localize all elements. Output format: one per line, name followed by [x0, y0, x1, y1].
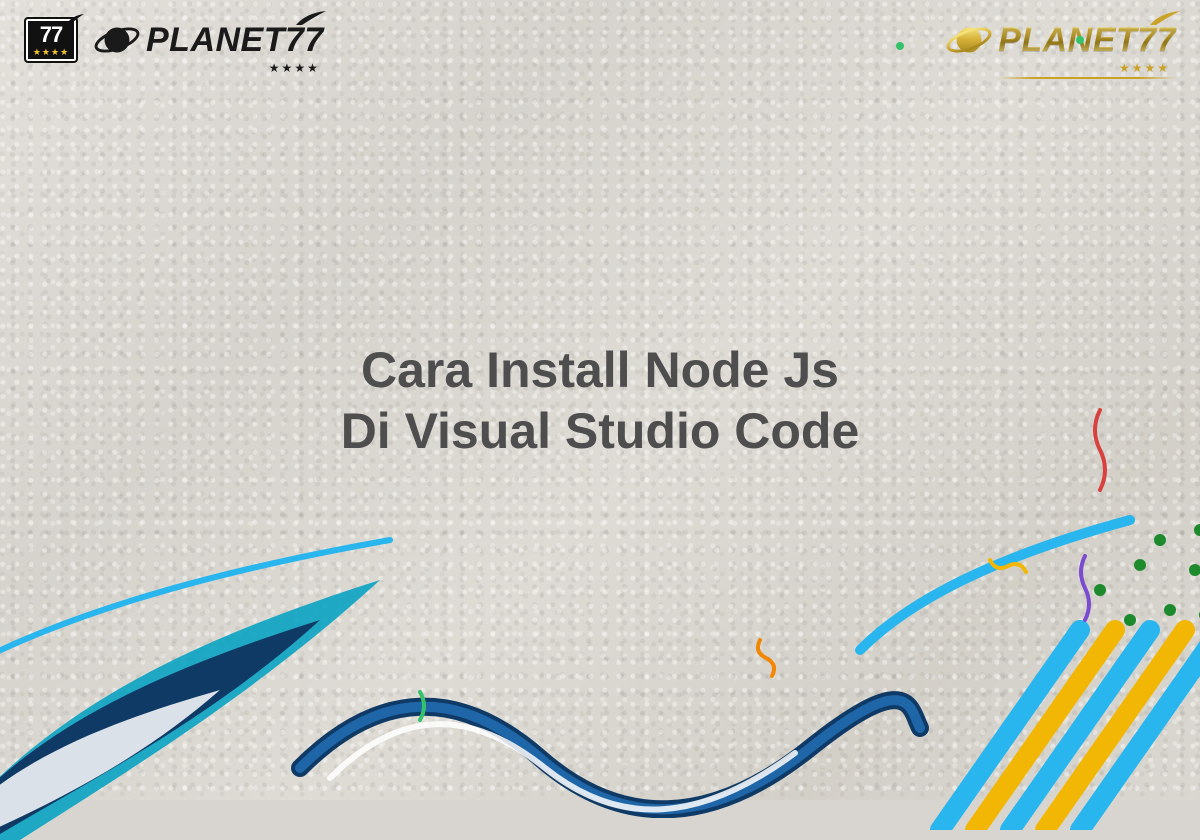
- decor-stripes-bottom-right: [800, 470, 1200, 830]
- badge-number: 77: [40, 24, 62, 46]
- wing-icon: [1150, 11, 1180, 27]
- brand-stars-gold: ★★★★: [1119, 61, 1170, 75]
- header-row: 77 ★★★★ PLANET77 ★★★★ PLANET77: [0, 10, 1200, 70]
- planet-ring-icon: [94, 17, 140, 63]
- title-line-2: Di Visual Studio Code: [0, 401, 1200, 462]
- badge-stars: ★★★★: [33, 48, 69, 57]
- header-left-group: 77 ★★★★ PLANET77 ★★★★: [24, 17, 324, 63]
- brand-stars-black: ★★★★: [269, 61, 320, 75]
- planet77-logo-gold: PLANET77 ★★★★: [946, 17, 1176, 63]
- title-line-1: Cara Install Node Js: [0, 340, 1200, 401]
- wing-icon: [296, 11, 326, 27]
- planet77-logo-black: PLANET77 ★★★★: [94, 17, 324, 63]
- page-title: Cara Install Node Js Di Visual Studio Co…: [0, 340, 1200, 462]
- planet-ring-icon: [946, 17, 992, 63]
- wing-icon: [66, 13, 84, 27]
- brand-underline: [998, 77, 1176, 79]
- badge-77-logo: 77 ★★★★: [24, 17, 78, 63]
